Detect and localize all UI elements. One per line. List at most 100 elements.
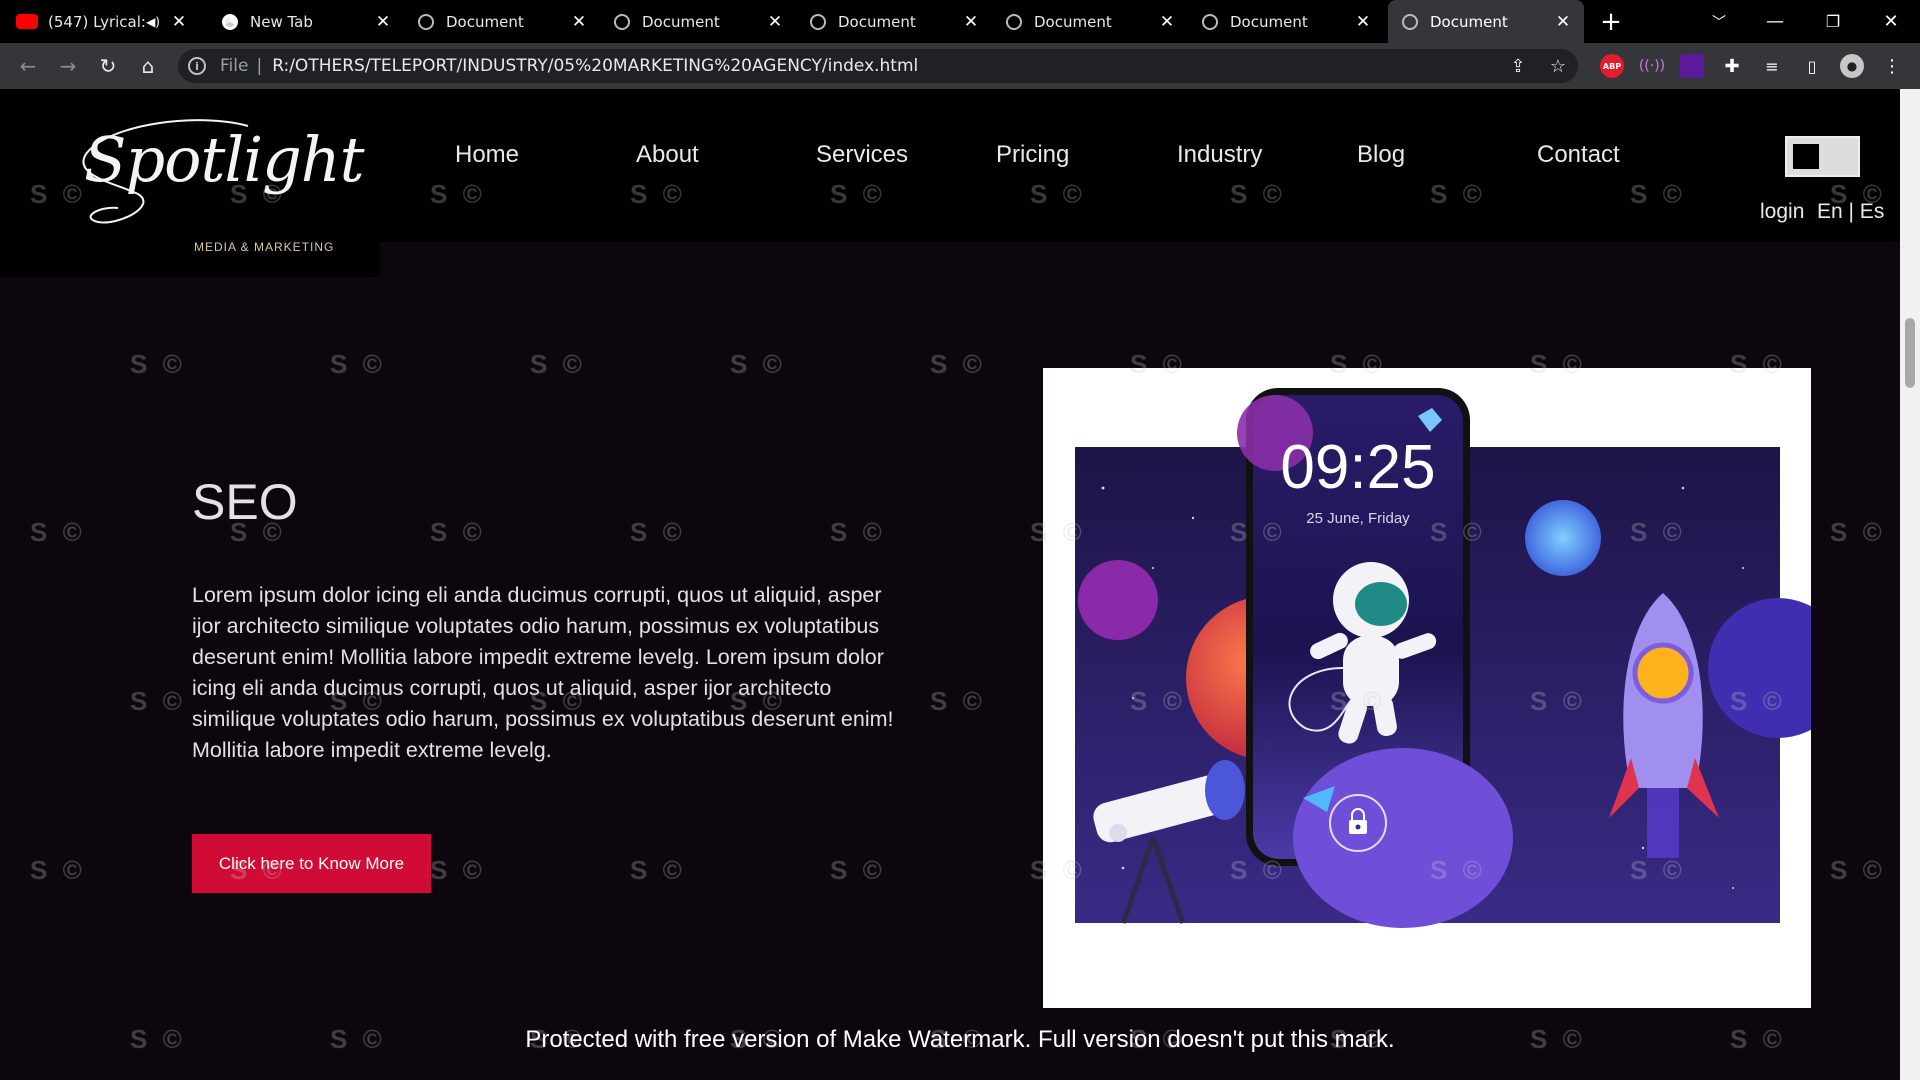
- close-icon[interactable]: ✕: [1552, 12, 1574, 32]
- watermark-mark: S ©: [130, 349, 186, 379]
- nav-about[interactable]: About: [636, 141, 699, 169]
- tab-strip: (547) Lyrical: T ◀) ✕ New Tab ✕ Document…: [0, 0, 1920, 43]
- globe-icon: [1402, 13, 1418, 30]
- globe-icon: [1006, 13, 1022, 30]
- youtube-icon: [16, 14, 38, 29]
- logo-script-text: Spotlight: [84, 123, 365, 196]
- site-logo[interactable]: Spotlight MEDIA & MARKETING: [0, 89, 380, 277]
- address-bar[interactable]: i File | R:/OTHERS/TELEPORT/INDUSTRY/05%…: [178, 49, 1578, 83]
- tab-title: New Tab: [250, 12, 313, 31]
- phone-date-text: 25 June, Friday: [1306, 510, 1410, 527]
- close-icon[interactable]: ✕: [1156, 12, 1178, 32]
- watermark-mark: S ©: [930, 349, 986, 379]
- nav-pricing[interactable]: Pricing: [996, 141, 1069, 169]
- chrome-icon: [222, 13, 238, 30]
- globe-icon: [810, 13, 826, 30]
- info-icon[interactable]: i: [188, 57, 206, 75]
- globe-icon: [418, 13, 434, 30]
- extension-purple-icon[interactable]: [1680, 54, 1704, 78]
- theme-toggle[interactable]: [1785, 136, 1860, 177]
- section-body: Lorem ipsum dolor icing eli anda ducimus…: [192, 583, 894, 762]
- extension-wave-icon[interactable]: ((·)): [1639, 54, 1665, 78]
- close-icon[interactable]: ✕: [372, 12, 394, 32]
- watermark-mark: S ©: [1830, 855, 1886, 885]
- chrome-menu-icon[interactable]: ⋮: [1880, 54, 1904, 78]
- watermark-mark: S ©: [930, 686, 986, 716]
- tab-title: Document: [838, 12, 916, 31]
- speaker-icon[interactable]: ◀): [146, 15, 160, 29]
- watermark-mark: S ©: [830, 517, 886, 547]
- watermark-mark: S ©: [130, 686, 186, 716]
- webpage: Spotlight MEDIA & MARKETING Home About S…: [0, 89, 1900, 1080]
- tab-title: Document: [642, 12, 720, 31]
- watermark-mark: S ©: [1830, 517, 1886, 547]
- browser-tab-document[interactable]: Document ✕: [600, 0, 796, 43]
- scheme-label: File: [220, 56, 249, 76]
- close-icon[interactable]: ✕: [1352, 12, 1374, 32]
- watermark-mark: S ©: [30, 517, 86, 547]
- browser-toolbar: ← → ↻ ⌂ i File | R:/OTHERS/TELEPORT/INDU…: [0, 43, 1920, 89]
- home-button[interactable]: ⌂: [132, 50, 164, 82]
- violet-planet: [1293, 748, 1513, 928]
- browser-tab-document[interactable]: Document ✕: [1188, 0, 1384, 43]
- browser-tab-youtube[interactable]: (547) Lyrical: T ◀) ✕: [0, 0, 200, 43]
- browser-tab-document[interactable]: Document ✕: [796, 0, 992, 43]
- extensions-puzzle-icon[interactable]: ✚: [1720, 54, 1744, 78]
- tab-title: Document: [446, 12, 524, 31]
- address-divider: |: [256, 56, 263, 76]
- globe-icon: [1202, 13, 1218, 30]
- profile-avatar[interactable]: ●: [1840, 54, 1864, 78]
- page-scrollbar[interactable]: [1900, 89, 1920, 1080]
- watermark-mark: S ©: [730, 349, 786, 379]
- tab-title: Document: [1034, 12, 1112, 31]
- toggle-knob: [1793, 144, 1819, 169]
- watermark-mark: S ©: [30, 855, 86, 885]
- hero-illustration: 09:25 25 June, Friday: [1043, 368, 1811, 1008]
- logo-subtitle: MEDIA & MARKETING: [194, 240, 335, 254]
- adblock-plus-icon[interactable]: ABP: [1600, 54, 1624, 78]
- close-icon[interactable]: ✕: [568, 12, 590, 32]
- back-button[interactable]: ←: [12, 50, 44, 82]
- side-panel-icon[interactable]: ▯: [1800, 54, 1824, 78]
- nav-home[interactable]: Home: [455, 141, 519, 169]
- login-link[interactable]: login: [1760, 200, 1804, 224]
- browser-tab-document[interactable]: Document ✕: [404, 0, 600, 43]
- watermark-mark: S ©: [330, 349, 386, 379]
- nav-services[interactable]: Services: [816, 141, 908, 169]
- url-text[interactable]: R:/OTHERS/TELEPORT/INDUSTRY/05%20MARKETI…: [272, 56, 1498, 76]
- watermark-mark: S ©: [530, 349, 586, 379]
- browser-tab-new-tab[interactable]: New Tab ✕: [208, 0, 404, 43]
- close-icon[interactable]: ✕: [168, 12, 190, 32]
- scroll-thumb[interactable]: [1905, 318, 1915, 388]
- nav-contact[interactable]: Contact: [1537, 141, 1620, 169]
- tab-title: Document: [1430, 12, 1508, 31]
- watermark-mark: S ©: [830, 855, 886, 885]
- section-title: SEO: [192, 474, 298, 530]
- blue-planet: [1525, 500, 1601, 576]
- tab-search-chevron-icon[interactable]: ﹀: [1696, 0, 1742, 43]
- browser-tab-document-active[interactable]: Document ✕: [1388, 0, 1584, 43]
- watermark-mark: S ©: [630, 517, 686, 547]
- close-icon[interactable]: ✕: [960, 12, 982, 32]
- bookmark-star-icon[interactable]: ☆: [1538, 56, 1578, 77]
- tab-title: Document: [1230, 12, 1308, 31]
- minimize-button[interactable]: —: [1752, 0, 1798, 43]
- restore-button[interactable]: ❐: [1810, 0, 1856, 43]
- language-switcher[interactable]: En | Es: [1817, 200, 1884, 224]
- reload-button[interactable]: ↻: [92, 50, 124, 82]
- close-icon[interactable]: ✕: [764, 12, 786, 32]
- window-close-button[interactable]: ✕: [1868, 0, 1914, 43]
- globe-icon: [614, 13, 630, 30]
- media-queue-icon[interactable]: ≡: [1760, 54, 1784, 78]
- browser-tab-document[interactable]: Document ✕: [992, 0, 1188, 43]
- share-icon[interactable]: ⇪: [1498, 56, 1538, 77]
- watermark-mark: S ©: [430, 855, 486, 885]
- nav-industry[interactable]: Industry: [1177, 141, 1262, 169]
- nav-blog[interactable]: Blog: [1357, 141, 1405, 169]
- forward-button[interactable]: →: [52, 50, 84, 82]
- watermark-mark: S ©: [430, 517, 486, 547]
- watermark-notice: Protected with free version of Make Wate…: [525, 1026, 1395, 1053]
- new-tab-button[interactable]: +: [1588, 0, 1634, 43]
- tab-title: (547) Lyrical: T: [48, 12, 146, 31]
- know-more-button[interactable]: Click here to Know More: [192, 834, 431, 893]
